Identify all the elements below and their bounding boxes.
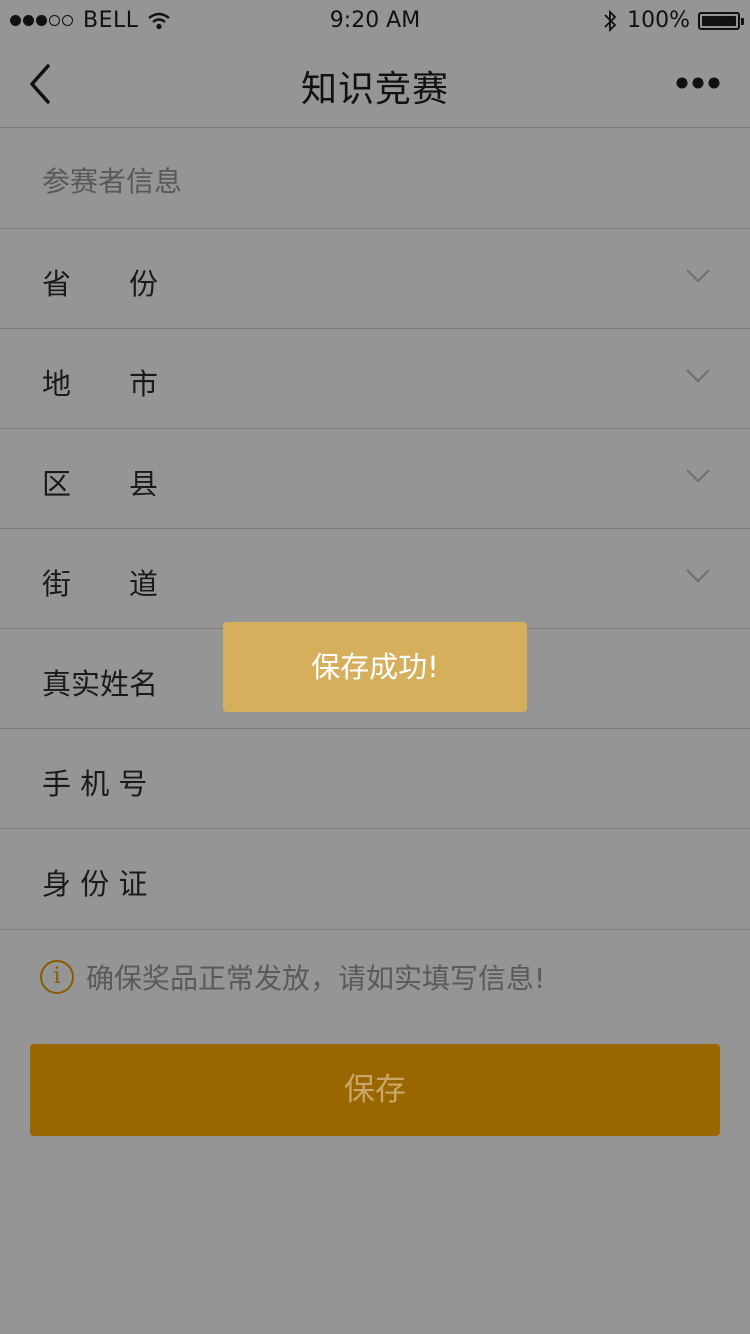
nav-bar: 知识竞赛: [0, 40, 750, 128]
row-label: 身 份 证: [42, 867, 148, 901]
status-right: 100%: [603, 8, 744, 33]
toast-message: 保存成功!: [223, 622, 527, 712]
chevron-down-icon: [686, 269, 710, 283]
section-label: 参赛者信息: [42, 165, 183, 198]
form-row-street[interactable]: 街 道: [0, 528, 750, 628]
battery-percent: 100%: [627, 8, 690, 33]
chevron-down-icon: [686, 469, 710, 483]
form-row-city[interactable]: 地 市: [0, 328, 750, 428]
notice-text: 确保奖品正常发放，请如实填写信息!: [86, 962, 546, 995]
row-label: 省 份: [42, 267, 159, 301]
save-button[interactable]: 保存: [30, 1044, 720, 1136]
bluetooth-icon: [604, 9, 617, 32]
row-label: 真实姓名: [42, 667, 159, 701]
form-row-district[interactable]: 区 县: [0, 428, 750, 528]
form-rows: 省 份 地 市 区 县 街 道 真实姓名 手 机 号 身 份 证: [0, 228, 750, 930]
form-row-province[interactable]: 省 份: [0, 228, 750, 328]
form-row-phone[interactable]: 手 机 号: [0, 728, 750, 828]
more-dots-icon[interactable]: [676, 76, 720, 90]
chevron-down-icon: [686, 369, 710, 383]
battery-icon: [698, 11, 744, 30]
row-label: 地 市: [42, 367, 159, 401]
status-bar: BELL 9:20 AM 100%: [0, 0, 750, 40]
chevron-down-icon: [686, 569, 710, 583]
info-icon: i: [40, 960, 74, 994]
row-label: 手 机 号: [42, 767, 148, 801]
row-label: 街 道: [42, 567, 159, 601]
notice: i 确保奖品正常发放，请如实填写信息!: [40, 957, 545, 997]
row-label: 区 县: [42, 467, 159, 501]
form-row-id-card[interactable]: 身 份 证: [0, 828, 750, 930]
page-title: 知识竞赛: [300, 69, 449, 110]
